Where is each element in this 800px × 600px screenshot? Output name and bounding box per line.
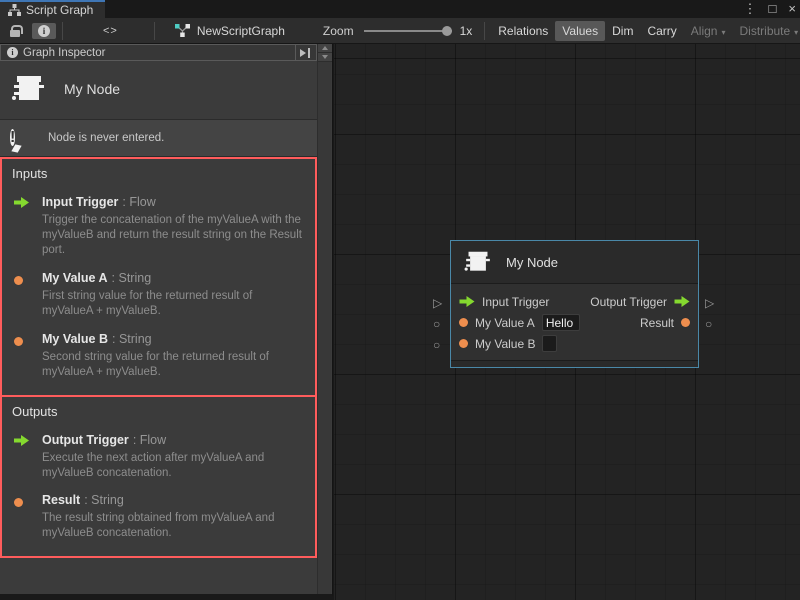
window-menu-icon[interactable]: ⋮ bbox=[744, 0, 757, 18]
port-label: Output Trigger bbox=[590, 295, 667, 309]
external-flow-port-marker[interactable]: ▷ bbox=[433, 297, 442, 309]
port-label: Result bbox=[640, 316, 674, 330]
inputs-section: Inputs Input Trigger: Flow Trigger the c… bbox=[0, 157, 317, 397]
info-icon: i bbox=[38, 25, 50, 37]
relations-button[interactable]: Relations bbox=[491, 21, 555, 41]
zoom-slider[interactable] bbox=[364, 30, 452, 32]
graph-name-label[interactable]: NewScriptGraph bbox=[197, 24, 285, 38]
node-footer bbox=[451, 360, 698, 367]
flow-port-icon[interactable] bbox=[674, 296, 690, 307]
inspector-toggle-button[interactable]: i bbox=[32, 23, 56, 39]
inspector-title: Graph Inspector bbox=[23, 47, 105, 59]
inspected-node-title: My Node bbox=[64, 81, 120, 97]
graph-canvas[interactable]: ▷ ○ ○ ▷ ○ My Node I bbox=[334, 44, 800, 600]
inspected-node-heading: My Node bbox=[0, 61, 317, 119]
node-body: Input Trigger Output Trigger My Value A bbox=[451, 284, 698, 360]
zoom-label: Zoom bbox=[323, 24, 354, 38]
chevron-down-icon: ▾ bbox=[721, 28, 725, 37]
port-label: My Value B bbox=[475, 337, 535, 351]
expand-panel-icon bbox=[299, 48, 311, 58]
panel-expand-button[interactable] bbox=[295, 45, 314, 60]
flow-port-icon[interactable] bbox=[459, 296, 475, 307]
warning-text: Node is never entered. bbox=[48, 132, 164, 144]
inspector-header: i Graph Inspector bbox=[0, 44, 317, 61]
unit-node-icon bbox=[463, 249, 493, 275]
align-dropdown[interactable]: Align▾ bbox=[684, 21, 733, 41]
outputs-section: Outputs Output Trigger: Flow Execute the… bbox=[0, 395, 317, 559]
unity-script-graph-window: Script Graph ⋮ □ × i <> NewScriptGraph Z… bbox=[0, 0, 800, 600]
chevron-down-icon: ▾ bbox=[794, 28, 798, 37]
unit-node-icon bbox=[10, 73, 48, 105]
section-title: Outputs bbox=[12, 404, 305, 419]
node-header[interactable]: My Node bbox=[451, 241, 698, 284]
code-icon: <> bbox=[103, 25, 118, 37]
value-port-icon[interactable] bbox=[459, 339, 468, 348]
arrow-up-icon bbox=[322, 46, 328, 50]
zoom-slider-knob[interactable] bbox=[442, 26, 452, 36]
scroll-down-button[interactable] bbox=[318, 53, 332, 62]
flow-port-icon bbox=[14, 433, 29, 451]
external-value-port-marker[interactable]: ○ bbox=[433, 339, 440, 351]
warning-row: ! Node is never entered. bbox=[0, 119, 317, 157]
external-flow-port-marker[interactable]: ▷ bbox=[705, 297, 714, 309]
inspector-scrollbar[interactable] bbox=[317, 44, 331, 594]
zoom-value: 1x bbox=[460, 24, 473, 38]
edit-source-button[interactable]: <> bbox=[97, 23, 124, 39]
node-title: My Node bbox=[506, 255, 558, 270]
graph-inspector-panel: i Graph Inspector My No bbox=[0, 44, 333, 597]
node-row: My Value B bbox=[459, 333, 690, 354]
port-entry-result: Result: String The result string obtaine… bbox=[12, 491, 305, 541]
value-port-icon bbox=[14, 333, 23, 351]
port-entry-input-trigger: Input Trigger: Flow Trigger the concaten… bbox=[12, 193, 305, 258]
value-port-icon bbox=[14, 272, 23, 290]
tab-script-graph[interactable]: Script Graph bbox=[0, 0, 105, 18]
node-row: My Value A Result bbox=[459, 312, 690, 333]
distribute-dropdown[interactable]: Distribute▾ bbox=[732, 21, 800, 41]
port-description: Execute the next action after myValueA a… bbox=[42, 451, 305, 481]
maximize-icon[interactable]: □ bbox=[769, 0, 777, 18]
external-value-port-marker[interactable]: ○ bbox=[705, 318, 712, 330]
my-value-a-input[interactable] bbox=[542, 314, 580, 331]
port-description: First string value for the returned resu… bbox=[42, 289, 305, 319]
port-description: Trigger the concatenation of the myValue… bbox=[42, 213, 305, 258]
dim-button[interactable]: Dim bbox=[605, 21, 640, 41]
section-title: Inputs bbox=[12, 166, 305, 181]
toolbar-separator bbox=[484, 22, 485, 40]
value-port-icon[interactable] bbox=[681, 318, 690, 327]
value-port-icon bbox=[14, 494, 23, 512]
script-graph-asset-icon bbox=[175, 24, 190, 37]
port-description: Second string value for the returned res… bbox=[42, 350, 305, 380]
window-controls: ⋮ □ × bbox=[744, 0, 796, 18]
port-entry-my-value-a: My Value A: String First string value fo… bbox=[12, 269, 305, 319]
warning-icon: ! bbox=[10, 126, 36, 150]
toolbar-separator bbox=[62, 22, 63, 40]
node-row: Input Trigger Output Trigger bbox=[459, 291, 690, 312]
graph-toolbar: i <> NewScriptGraph Zoom 1x Relations Va… bbox=[0, 18, 800, 44]
carry-button[interactable]: Carry bbox=[640, 21, 683, 41]
port-entry-output-trigger: Output Trigger: Flow Execute the next ac… bbox=[12, 431, 305, 481]
port-label: My Value A bbox=[475, 316, 535, 330]
port-label: Input Trigger bbox=[482, 295, 549, 309]
my-node[interactable]: My Node Input Trigger Output Trigger bbox=[450, 240, 699, 368]
my-value-b-input[interactable] bbox=[542, 335, 557, 352]
graph-hierarchy-icon bbox=[8, 4, 21, 16]
tab-bar: Script Graph ⋮ □ × bbox=[0, 0, 800, 18]
values-button[interactable]: Values bbox=[555, 21, 605, 41]
flow-port-icon bbox=[14, 195, 29, 213]
port-entry-my-value-b: My Value B: String Second string value f… bbox=[12, 330, 305, 380]
lock-icon bbox=[10, 30, 20, 37]
arrow-down-icon bbox=[322, 55, 328, 59]
value-port-icon[interactable] bbox=[459, 318, 468, 327]
close-icon[interactable]: × bbox=[788, 0, 796, 18]
info-icon: i bbox=[7, 47, 18, 58]
external-value-port-marker[interactable]: ○ bbox=[433, 318, 440, 330]
scroll-up-button[interactable] bbox=[318, 44, 332, 53]
toolbar-separator bbox=[154, 22, 155, 40]
lock-button[interactable] bbox=[4, 23, 26, 39]
port-description: The result string obtained from myValueA… bbox=[42, 511, 305, 541]
tab-label: Script Graph bbox=[26, 3, 93, 17]
